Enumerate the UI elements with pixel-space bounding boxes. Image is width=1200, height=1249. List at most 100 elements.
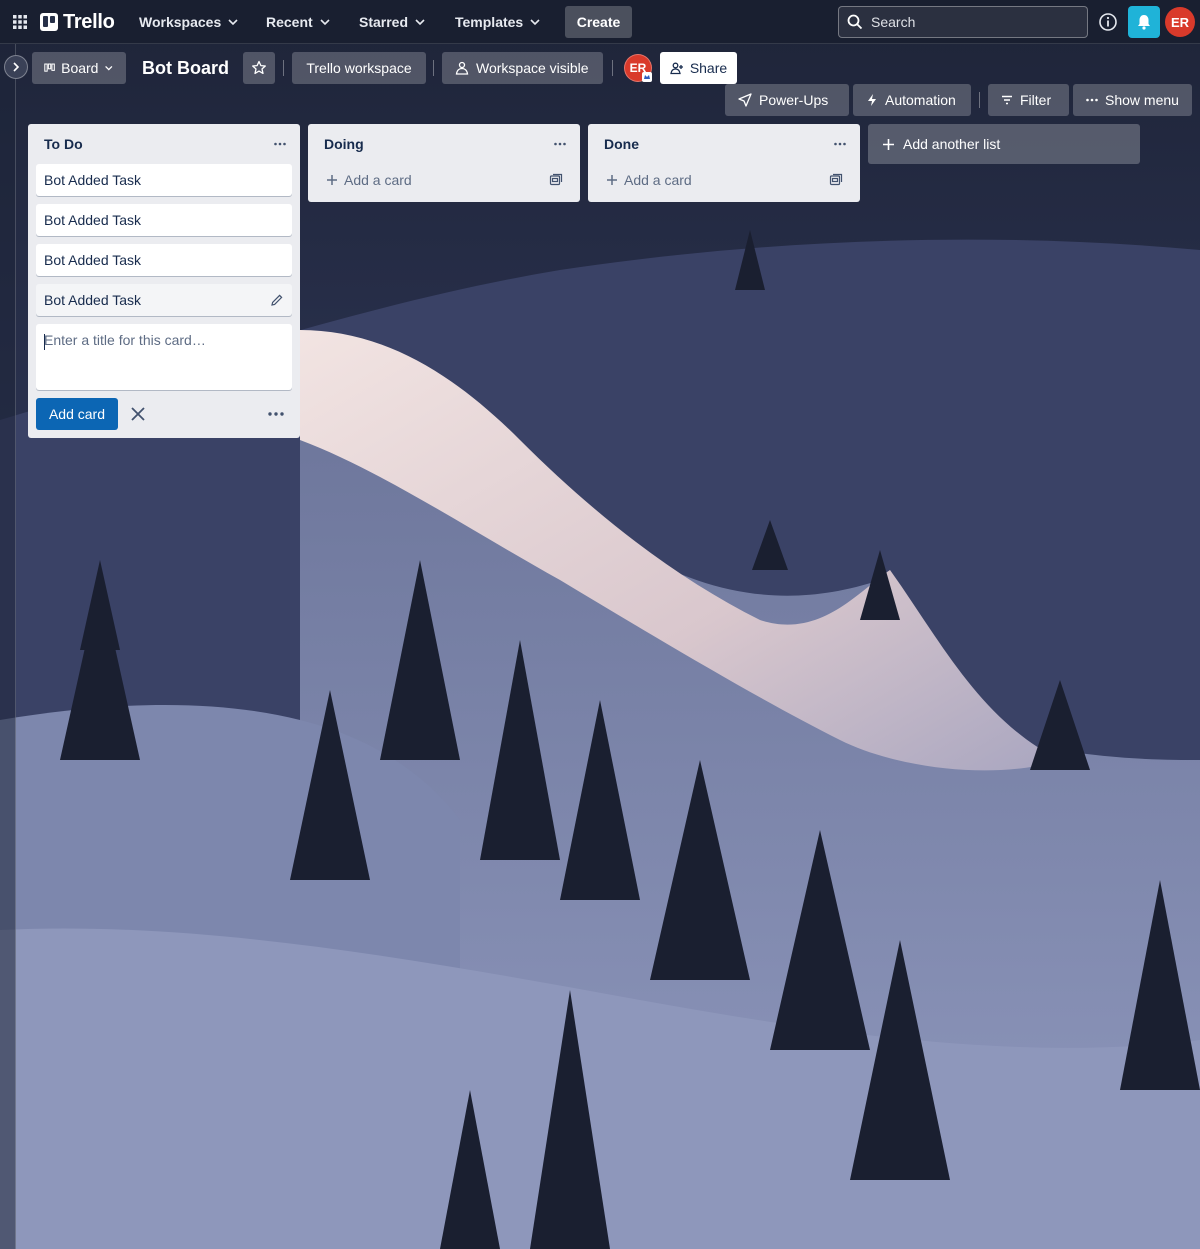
more-horizontal-icon [1086,98,1098,102]
list-header: To Do [28,124,300,164]
list-title[interactable]: Done [604,136,639,152]
template-icon [549,173,563,186]
header-divider [979,92,980,108]
filter-button[interactable]: Filter [988,84,1069,116]
more-horizontal-icon [268,412,284,416]
board-view-switcher[interactable]: Board [32,52,126,84]
starred-menu[interactable]: Starred [349,6,436,38]
list-doing: Doing Add a card [308,124,580,202]
board-title[interactable]: Bot Board [134,52,237,84]
power-ups-button[interactable]: Power-Ups [725,84,849,116]
composer-options-button[interactable] [264,402,288,426]
templates-menu-label: Templates [455,14,524,30]
top-navigation-bar: Trello Workspaces Recent Starred Templat… [0,0,1200,44]
card-composer [36,324,292,390]
automation-label: Automation [885,92,956,108]
board-view-label: Board [61,60,99,76]
card[interactable]: Bot Added Task [36,244,292,276]
list-title[interactable]: Doing [324,136,364,152]
rocket-icon [738,93,752,107]
recent-menu[interactable]: Recent [256,6,341,38]
power-ups-label: Power-Ups [759,92,829,108]
show-menu-button[interactable]: Show menu [1073,84,1192,116]
user-avatar[interactable]: ER [1165,7,1195,37]
plus-icon [607,175,617,185]
star-icon [252,60,266,75]
card-title-input[interactable] [44,332,284,382]
visibility-button[interactable]: Workspace visible [442,52,603,84]
chevron-down-icon [320,19,330,26]
add-another-list-label: Add another list [903,136,1001,152]
chevron-down-icon [415,19,425,26]
add-a-card-label: Add a card [344,172,412,188]
header-divider [433,60,434,76]
list-to-do: To Do Bot Added Task Bot Added Task Bot … [28,124,300,438]
list-actions-button[interactable] [548,132,572,156]
chevron-right-icon [13,62,20,72]
plus-icon [327,175,337,185]
chevron-down-icon [530,19,540,26]
share-label: Share [689,60,728,76]
info-icon [1099,13,1117,31]
admin-badge-icon [642,72,652,82]
list-header: Doing [308,124,580,164]
add-a-card-button[interactable]: Add a card [596,164,818,196]
list-done: Done Add a card [588,124,860,202]
create-button[interactable]: Create [565,6,632,38]
card[interactable]: Bot Added Task [36,284,292,316]
add-another-list-button[interactable]: Add another list [868,124,1140,164]
search-icon [847,14,863,30]
trello-logo[interactable]: Trello [40,10,115,34]
pencil-icon[interactable] [270,293,284,307]
app-switcher-button[interactable] [8,8,32,36]
close-icon [131,407,145,421]
list-actions-button[interactable] [268,132,292,156]
share-button[interactable]: Share [660,52,737,84]
workspaces-menu[interactable]: Workspaces [129,6,249,38]
list-actions-button[interactable] [828,132,852,156]
text-caret [44,334,45,350]
people-icon [455,61,469,75]
add-a-card-button[interactable]: Add a card [316,164,538,196]
chevron-down-icon [228,19,238,26]
automation-button[interactable]: Automation [853,84,971,116]
list-title[interactable]: To Do [44,136,83,152]
chevron-down-icon [105,65,113,71]
add-a-card-label: Add a card [624,172,692,188]
more-horizontal-icon [834,142,846,146]
sidebar-collapsed [0,44,16,1249]
more-horizontal-icon [554,142,566,146]
search-placeholder: Search [871,14,916,30]
card-title: Bot Added Task [44,292,142,308]
show-menu-label: Show menu [1105,92,1179,108]
lightning-icon [868,94,876,106]
list-header: Done [588,124,860,164]
card[interactable]: Bot Added Task [36,164,292,196]
search-input[interactable]: Search [838,6,1088,38]
trello-logo-icon [40,13,58,31]
templates-menu[interactable]: Templates [445,6,551,38]
grid-icon [13,15,27,29]
plus-icon [883,138,894,150]
notifications-button[interactable] [1128,6,1160,38]
sidebar-toggle-button[interactable] [4,55,28,79]
information-button[interactable] [1096,10,1120,34]
card[interactable]: Bot Added Task [36,204,292,236]
close-composer-button[interactable] [126,402,150,426]
more-horizontal-icon [274,142,286,146]
recent-menu-label: Recent [266,14,313,30]
workspaces-menu-label: Workspaces [139,14,222,30]
visibility-label: Workspace visible [476,60,589,76]
filter-label: Filter [1020,92,1052,108]
add-card-button[interactable]: Add card [36,398,118,430]
bell-icon [1138,15,1150,30]
create-from-template-button[interactable] [544,168,568,192]
filter-icon [1002,95,1012,105]
starred-menu-label: Starred [359,14,409,30]
star-board-button[interactable] [243,52,275,84]
create-from-template-button[interactable] [824,168,848,192]
header-divider [283,60,284,76]
template-icon [829,173,843,186]
board-view-icon [44,63,55,72]
workspace-button[interactable]: Trello workspace [292,52,426,84]
